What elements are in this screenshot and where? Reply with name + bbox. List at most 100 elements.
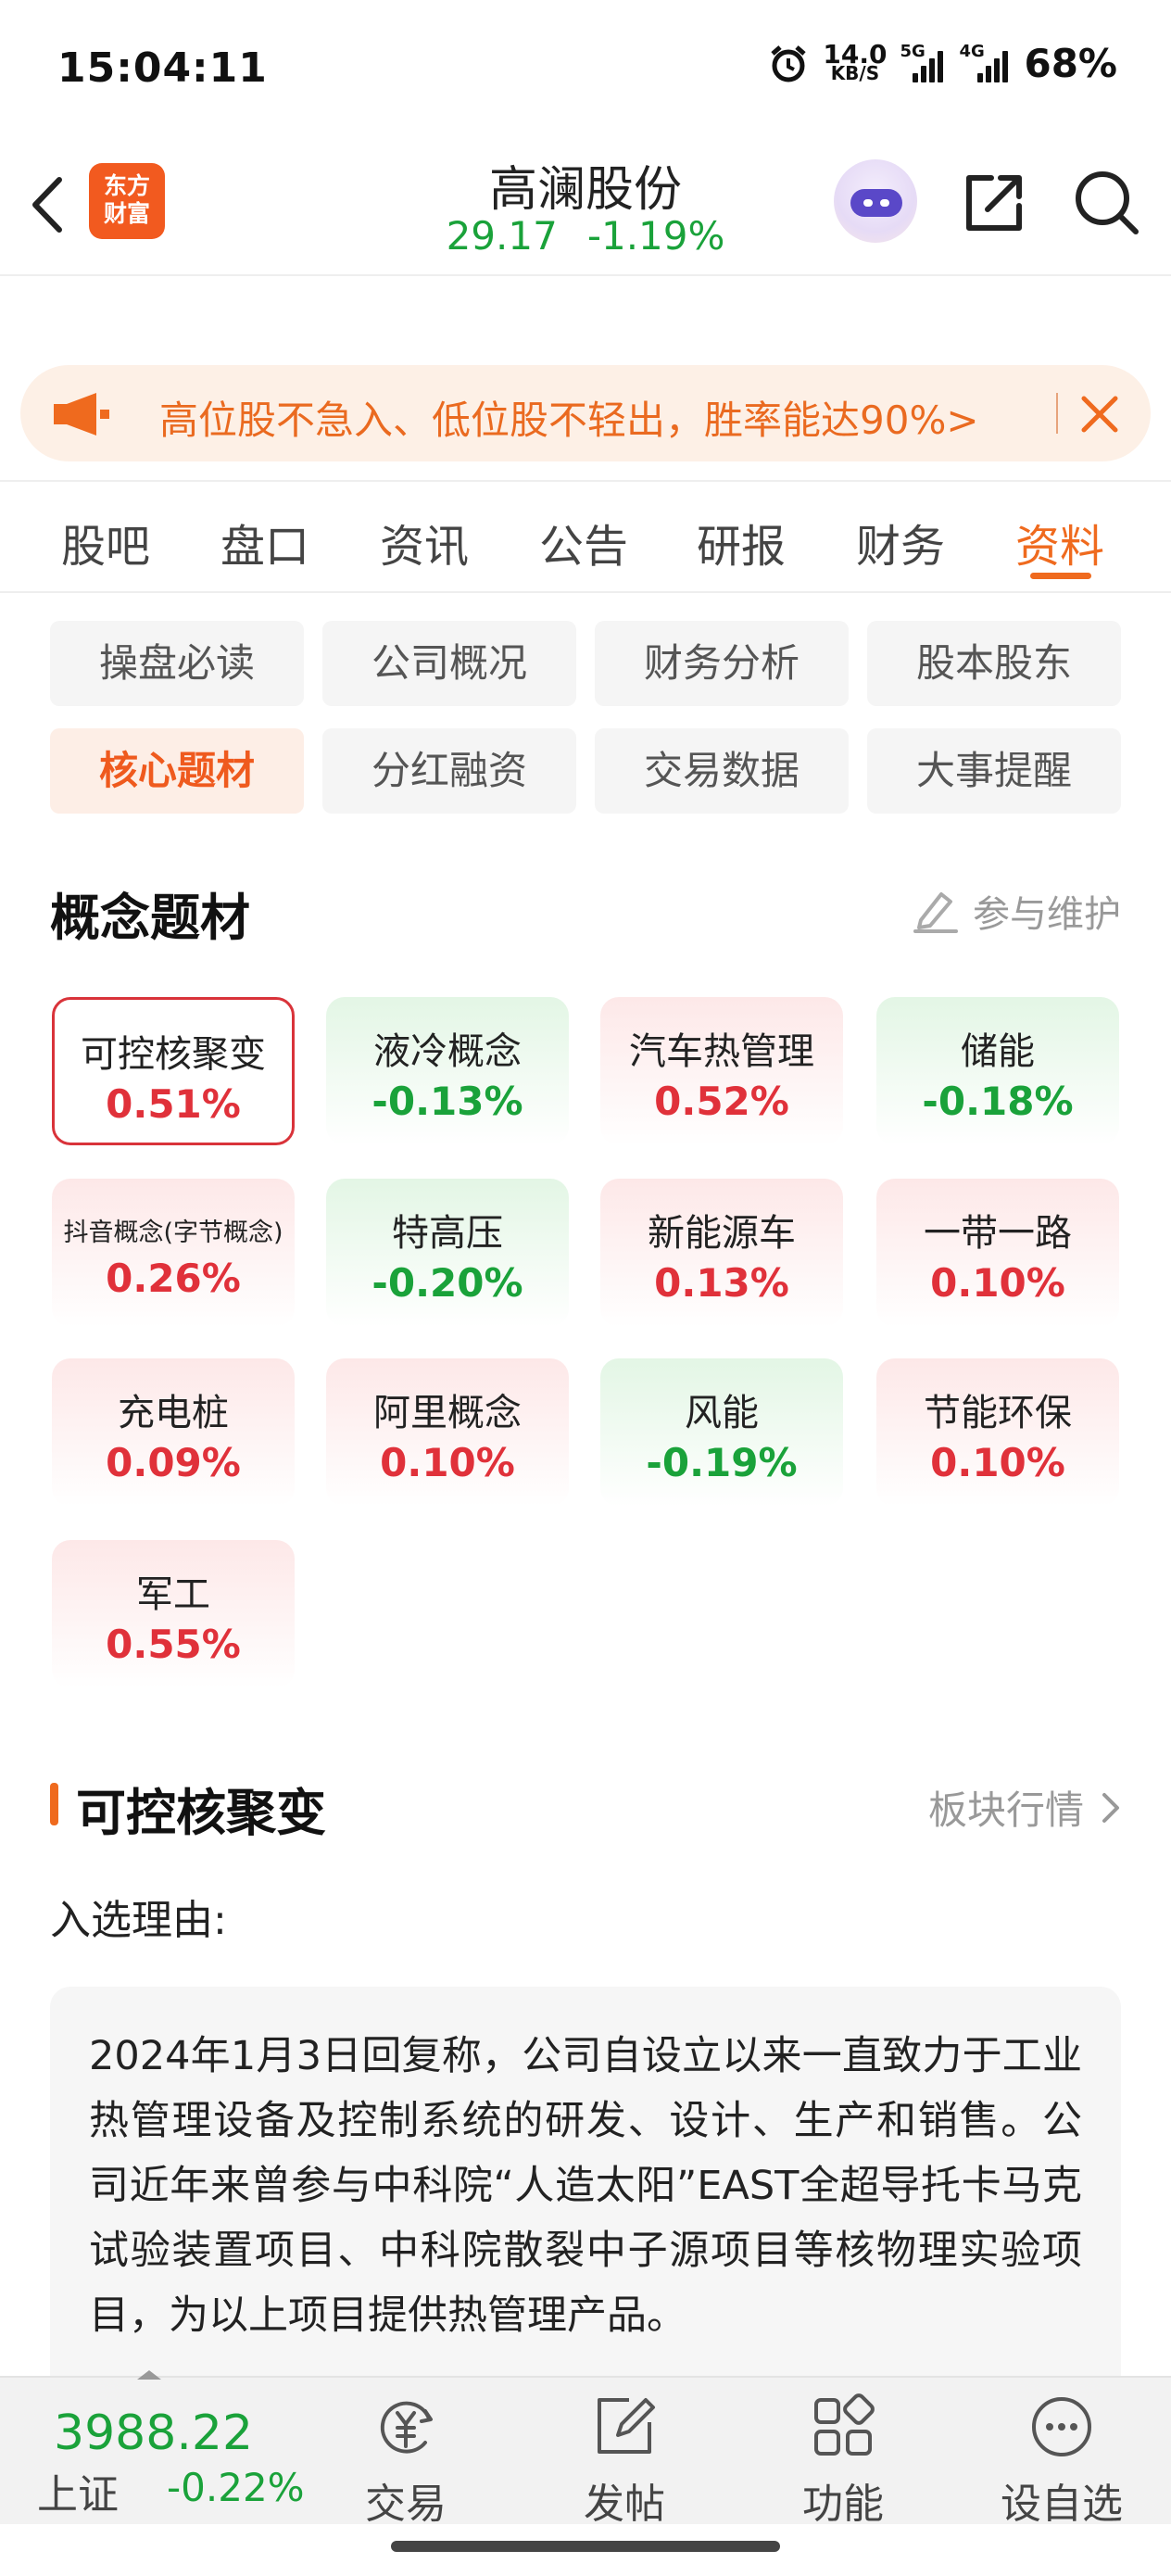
megaphone-icon (54, 393, 109, 436)
trade-yuan-icon (380, 2401, 433, 2454)
stock-change-pct: -1.19% (586, 213, 725, 259)
concept-chip[interactable]: 一带一路 0.10% (876, 1179, 1119, 1327)
concept-change: 0.10% (930, 1440, 1065, 1485)
chevron-right-icon (1102, 1792, 1119, 1823)
maintain-label: 参与维护 (973, 893, 1121, 936)
concept-name: 储能 (961, 1030, 1035, 1073)
status-bar: 15:04:11 14.0 KB/S 5G 4G 68% (0, 0, 1171, 139)
close-icon[interactable] (1077, 391, 1123, 437)
main-tabs: 股吧 盘口 资讯 公告 研报 财务 资料 (0, 500, 1171, 593)
signal-icon-sim1: 5G (900, 42, 946, 82)
concept-name: 抖音概念(字节概念) (63, 1219, 283, 1247)
subtab-core-themes[interactable]: 核心题材 (50, 728, 304, 814)
tab-pankou[interactable]: 盘口 (220, 510, 309, 575)
battery-level: 68% (1024, 41, 1117, 86)
concept-name: 一带一路 (924, 1212, 1072, 1255)
concept-chip[interactable]: 汽车热管理 0.52% (600, 997, 843, 1145)
subtab-financial-analysis[interactable]: 财务分析 (595, 621, 849, 706)
share-icon[interactable] (960, 169, 1028, 237)
concept-name: 充电桩 (118, 1392, 229, 1434)
board-link-label: 板块行情 (927, 1787, 1084, 1833)
promo-banner[interactable]: 高位股不急入、低位股不轻出，胜率能达90%> (20, 365, 1151, 461)
concept-chip[interactable]: 新能源车 0.13% (600, 1179, 843, 1327)
concept-name: 特高压 (392, 1212, 503, 1255)
concept-change: 0.51% (106, 1081, 241, 1127)
nav-trade[interactable]: 交易 (332, 2391, 480, 2530)
concept-change: 0.09% (106, 1440, 241, 1485)
subtab-trading-data[interactable]: 交易数据 (595, 728, 849, 814)
promo-text: 高位股不急入、低位股不轻出，胜率能达90%> (159, 398, 979, 443)
concept-chip[interactable]: 节能环保 0.10% (876, 1358, 1119, 1507)
concept-change: 0.26% (106, 1256, 241, 1301)
subtab-company-overview[interactable]: 公司概况 (322, 621, 576, 706)
concept-change: 0.10% (930, 1260, 1065, 1306)
subtab-dividends[interactable]: 分红融资 (322, 728, 576, 814)
search-icon[interactable] (1071, 167, 1141, 237)
banner-divider (1056, 393, 1058, 434)
stock-header: 东方 财富 高澜股份 29.17 -1.19% (0, 139, 1171, 276)
nav-label: 交易 (365, 2481, 447, 2528)
concept-chip[interactable]: 充电桩 0.09% (52, 1358, 295, 1507)
stock-price: 29.17 (446, 213, 558, 259)
tab-research[interactable]: 研报 (697, 510, 786, 575)
nav-functions[interactable]: 功能 (769, 2391, 917, 2530)
nav-add-watchlist[interactable]: 设自选 (988, 2391, 1136, 2530)
ai-assistant-avatar-icon[interactable] (834, 159, 917, 243)
alarm-icon (771, 44, 807, 82)
concept-change: -0.18% (922, 1079, 1074, 1124)
home-indicator[interactable] (391, 2541, 780, 2552)
subtab-events[interactable]: 大事提醒 (867, 728, 1121, 814)
concept-chip[interactable]: 可控核聚变 0.51% (52, 997, 295, 1145)
index-value: 3988.22 (54, 2406, 254, 2461)
concept-change: 0.52% (654, 1079, 789, 1124)
detail-title: 可控核聚变 (76, 1784, 326, 1842)
nav-post[interactable]: 发帖 (550, 2391, 699, 2530)
concept-name: 液冷概念 (373, 1030, 522, 1073)
reason-label: 入选理由: (50, 1897, 227, 1944)
board-quote-link[interactable]: 板块行情 (928, 1779, 1121, 1836)
concept-section-title: 概念题材 (50, 889, 250, 947)
concept-name: 汽车热管理 (629, 1030, 814, 1073)
maintain-button[interactable]: 参与维护 (912, 884, 1121, 938)
divider (0, 480, 1171, 482)
concept-change: 0.55% (106, 1622, 241, 1667)
subtab-shareholders[interactable]: 股本股东 (867, 621, 1121, 706)
concept-chip[interactable]: 特高压 -0.20% (326, 1179, 569, 1327)
signal-icon-sim2: 4G (959, 42, 1011, 82)
concept-chip[interactable]: 液冷概念 -0.13% (326, 997, 569, 1145)
more-dots-icon (1032, 2397, 1091, 2456)
status-time: 15:04:11 (57, 44, 268, 92)
concept-name: 节能环保 (924, 1392, 1072, 1434)
index-name: 上证 (37, 2471, 119, 2519)
nav-label: 设自选 (1001, 2481, 1123, 2528)
expand-up-icon[interactable] (135, 2368, 163, 2380)
index-change: -0.22% (167, 2465, 305, 2510)
bottom-bar: 3988.22 上证 -0.22% 交易 发帖 功能 设自选 (0, 2370, 1171, 2528)
tab-finance[interactable]: 财务 (856, 510, 945, 575)
subtab-must-read[interactable]: 操盘必读 (50, 621, 304, 706)
concept-name: 新能源车 (648, 1212, 796, 1255)
tab-announcements[interactable]: 公告 (539, 510, 628, 575)
concept-change: 0.10% (380, 1440, 515, 1485)
nav-label: 功能 (802, 2481, 884, 2528)
concept-change: -0.19% (646, 1440, 798, 1485)
concept-chip[interactable]: 风能 -0.19% (600, 1358, 843, 1507)
concept-chip[interactable]: 储能 -0.18% (876, 997, 1119, 1145)
concept-chip[interactable]: 军工 0.55% (52, 1540, 295, 1688)
concept-name: 军工 (136, 1573, 210, 1616)
reason-text: 2024年1月3日回复称，公司自设立以来一直致力于工业热管理设备及控制系统的研发… (50, 1987, 1121, 2394)
concept-chip[interactable]: 抖音概念(字节概念) 0.26% (52, 1179, 295, 1327)
tab-news[interactable]: 资讯 (380, 510, 469, 575)
concept-name: 可控核聚变 (81, 1033, 266, 1076)
active-tab-indicator (1030, 573, 1091, 579)
concept-change: 0.13% (654, 1260, 789, 1306)
compose-icon (598, 2398, 655, 2454)
status-icons: 14.0 KB/S 5G 4G 68% (767, 41, 1117, 86)
concept-chip[interactable]: 阿里概念 0.10% (326, 1358, 569, 1507)
network-speed: 14.0 KB/S (823, 38, 888, 84)
tab-profile[interactable]: 资料 (1015, 510, 1104, 575)
tab-guba[interactable]: 股吧 (61, 510, 150, 575)
section-accent-bar (50, 1783, 58, 1825)
concept-change: -0.13% (371, 1079, 523, 1124)
grid-apps-icon (814, 2393, 875, 2456)
